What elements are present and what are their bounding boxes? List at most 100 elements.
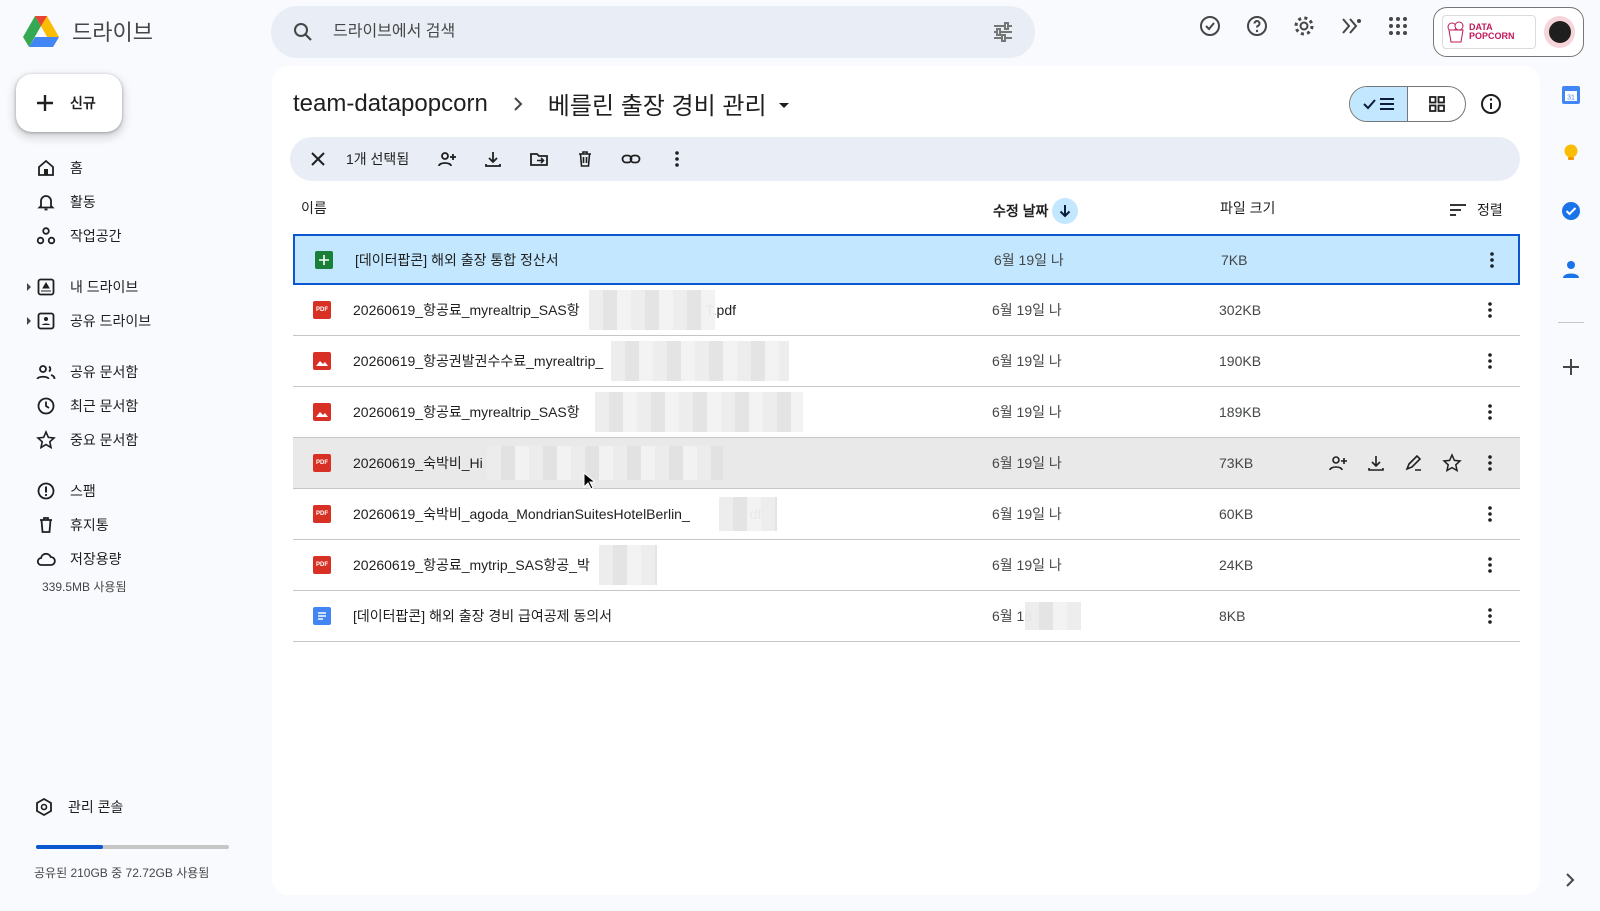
sidebar-item-recent[interactable]: 최근 문서함 (36, 396, 138, 416)
table-row[interactable]: 20260619_항공료_myrealtrip_SAS항 6월 19일 나 18… (293, 387, 1520, 438)
calendar-icon[interactable]: 31 (1560, 84, 1582, 106)
clear-selection-button[interactable] (300, 141, 336, 177)
file-name-visible: 20260619_항공료_myrealtrip_SAS항 (353, 302, 580, 318)
sort-label: 정렬 (1477, 202, 1503, 218)
new-button[interactable]: 신규 (16, 74, 122, 132)
sidebar-item-trash[interactable]: 휴지통 (36, 515, 109, 535)
expand-caret-icon[interactable] (27, 317, 31, 325)
column-header-name[interactable]: 이름 (301, 198, 327, 218)
settings-icon[interactable] (1292, 14, 1316, 38)
delete-button[interactable] (567, 141, 603, 177)
storage-quota-fill (36, 845, 103, 849)
more-vert-icon[interactable] (1480, 351, 1500, 371)
my-drive-icon (37, 278, 55, 296)
gemini-icon[interactable] (1339, 14, 1363, 38)
folder-dropdown-icon[interactable] (778, 103, 789, 108)
sidebar-item-workspaces[interactable]: 작업공간 (36, 226, 122, 246)
grid-view-button[interactable] (1408, 87, 1465, 121)
more-actions-button[interactable] (659, 141, 695, 177)
breadcrumb-current[interactable]: 베를린 출장 경비 관리 (548, 86, 767, 121)
storage-quota-bar (36, 845, 229, 849)
sidebar-item-activity[interactable]: 활동 (36, 192, 96, 212)
download-icon[interactable] (1366, 453, 1386, 473)
column-header-modified[interactable]: 수정 날짜 (993, 198, 1079, 224)
search-options-icon[interactable] (991, 20, 1015, 44)
file-size: 60KB (1219, 506, 1254, 522)
more-vert-icon[interactable] (1480, 300, 1500, 320)
more-vert-icon[interactable] (1480, 504, 1500, 524)
admin-console-link[interactable]: 관리 콘솔 (34, 797, 123, 817)
file-size: 190KB (1219, 353, 1262, 369)
search-icon[interactable] (291, 20, 315, 44)
file-modified: 6월 19일 나 (992, 353, 1062, 369)
table-row[interactable]: 20260619_항공권발권수수료_myrealtrip_ 6월 19일 나 1… (293, 336, 1520, 387)
more-vert-icon[interactable] (1480, 555, 1500, 575)
table-row[interactable]: PDF 20260619_항공료_mytrip_SAS항공_박 6월 19일 나… (293, 540, 1520, 591)
sidebar-item-starred[interactable]: 중요 문서함 (36, 430, 138, 450)
more-vert-icon[interactable] (1480, 453, 1500, 473)
redaction-blur (1025, 602, 1081, 630)
apps-grid-icon[interactable] (1386, 14, 1410, 38)
table-row[interactable]: PDF 20260619_숙박비_Hi 6월 19일 나 73KB (293, 438, 1520, 489)
close-icon (311, 152, 325, 166)
star-icon[interactable] (1442, 453, 1462, 473)
sidebar-item-label: 공유 드라이브 (70, 313, 152, 329)
offline-ready-icon[interactable] (1198, 14, 1222, 38)
account-switcher[interactable]: DATA POPCORN (1433, 7, 1584, 57)
home-icon (38, 159, 54, 176)
sidebar-item-shared-drives[interactable]: 공유 드라이브 (27, 311, 152, 331)
shared-drive-icon (37, 312, 55, 330)
sidebar-item-shared-with-me[interactable]: 공유 문서함 (36, 362, 138, 382)
search-input[interactable] (333, 23, 991, 41)
file-name: 20260619_항공료_mytrip_SAS항공_박 (353, 557, 590, 573)
column-header-size[interactable]: 파일 크기 (1220, 198, 1275, 218)
add-addon-icon[interactable] (1560, 356, 1582, 378)
breadcrumb: team-datapopcorn 베를린 출장 경비 관리 (293, 86, 789, 121)
sidebar-item-spam[interactable]: 스팸 (36, 481, 96, 501)
file-modified: 6월 19일 나 (992, 557, 1062, 573)
keep-icon[interactable] (1560, 142, 1582, 164)
selection-toolbar: 1개 선택됨 (290, 137, 1520, 181)
drive-logo[interactable]: 드라이브 (22, 12, 153, 50)
contacts-icon[interactable] (1560, 258, 1582, 280)
sort-button[interactable]: 정렬 (1449, 200, 1503, 220)
chevron-right-icon[interactable] (1562, 872, 1578, 888)
table-row[interactable]: PDF 20260619_숙박비_agoda_MondrianSuitesHot… (293, 489, 1520, 540)
table-row[interactable]: PDF 20260619_항공료_myrealtrip_SAS항 T.pdf 6월… (293, 285, 1520, 336)
info-icon[interactable] (1479, 92, 1503, 116)
redaction-blur (487, 446, 723, 480)
list-view-button[interactable] (1350, 87, 1408, 121)
sidebar-item-home[interactable]: 홈 (36, 158, 83, 178)
file-name-visible: 20260619_숙박비_agoda_MondrianSuitesHotelBe… (353, 506, 690, 522)
sidebar-item-my-drive[interactable]: 내 드라이브 (27, 277, 138, 297)
sort-icon (1450, 204, 1466, 216)
trash-icon (40, 517, 52, 533)
sidebar-item-label: 작업공간 (70, 228, 122, 244)
more-vert-icon[interactable] (1482, 250, 1502, 270)
rename-icon[interactable] (1404, 453, 1424, 473)
search-bar[interactable] (271, 6, 1035, 58)
download-button[interactable] (475, 141, 511, 177)
more-vert-icon[interactable] (1480, 606, 1500, 626)
copy-link-button[interactable] (613, 141, 649, 177)
new-button-label: 신규 (70, 95, 96, 111)
breadcrumb-root[interactable]: team-datapopcorn (293, 90, 488, 118)
sidebar-item-storage[interactable]: 저장용량 (36, 549, 122, 569)
share-icon[interactable] (1328, 453, 1348, 473)
sort-direction-button[interactable] (1052, 198, 1079, 224)
expand-caret-icon[interactable] (27, 283, 31, 291)
table-row[interactable]: [데이터팝콘] 해외 출장 통합 정산서 6월 19일 나 7KB (293, 234, 1520, 285)
link-icon (621, 154, 641, 164)
help-icon[interactable] (1245, 14, 1269, 38)
avatar[interactable] (1544, 16, 1575, 48)
cloud-icon (36, 552, 56, 566)
sidebar-item-label: 활동 (70, 194, 96, 210)
more-vert-icon[interactable] (1480, 402, 1500, 422)
tasks-icon[interactable] (1560, 200, 1582, 222)
redaction-blur (611, 341, 789, 381)
move-button[interactable] (521, 141, 557, 177)
table-row[interactable]: [데이터팝콘] 해외 출장 경비 급여공제 동의서 6월 18 8KB (293, 591, 1520, 642)
share-button[interactable] (429, 141, 465, 177)
storage-quota-text: 공유된 210GB 중 72.72GB 사용됨 (34, 866, 210, 880)
clock-icon (37, 397, 55, 415)
